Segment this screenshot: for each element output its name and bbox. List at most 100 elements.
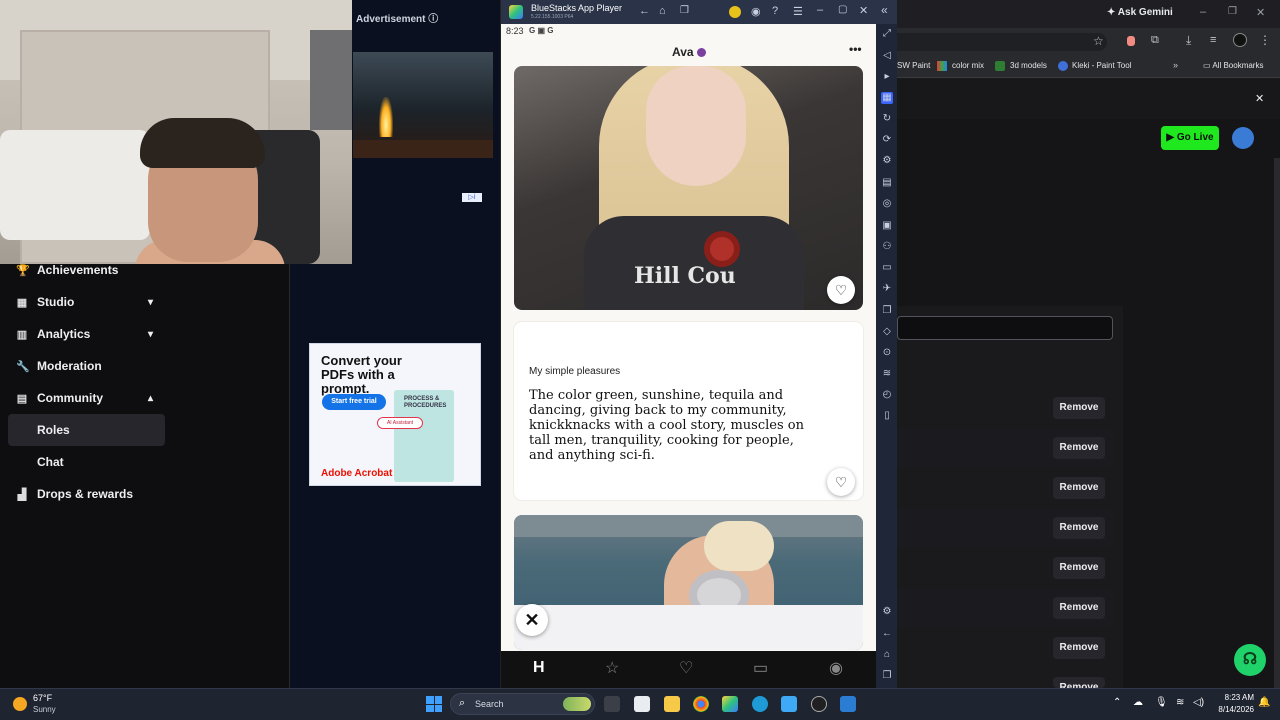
remove-button[interactable]: Remove [1053,437,1105,459]
weather-temp[interactable]: 67°F [33,693,52,703]
user-avatar[interactable] [1232,127,1254,149]
sidebar-item-studio[interactable]: ▦ Studio ▾ [0,286,165,318]
sidebar-item-community[interactable]: ▤ Community ▴ [0,382,165,414]
bookmark-kleki[interactable]: Kleki - Paint Tool [1072,61,1131,70]
help-icon[interactable]: ? [772,5,778,17]
maximize-icon[interactable]: ▢ [838,4,847,15]
like-prompt-button[interactable]: ♡ [827,468,855,496]
remove-button[interactable]: Remove [1053,557,1105,579]
folder-icon[interactable]: ▭ [881,262,893,274]
clock-time[interactable]: 8:23 AM [1212,693,1254,702]
more-bookmarks-icon[interactable]: » [1173,60,1178,70]
minimize-icon[interactable]: – [817,4,823,16]
menu-icon[interactable]: ☰ [793,5,803,18]
start-windows-icon[interactable] [426,696,442,712]
role-search-input[interactable] [897,316,1113,340]
ask-gemini-button[interactable]: ✦ Ask Gemini [1107,7,1173,18]
location-icon[interactable]: ⊙ [881,347,893,359]
task-view-icon[interactable] [604,696,620,712]
settings-icon[interactable]: ⚙ [881,606,893,618]
home-icon[interactable]: ⌂ [659,5,666,17]
sidebar-item-chat[interactable]: Chat [0,446,165,478]
obs-icon[interactable] [811,696,827,712]
minimize-icon[interactable]: – [1200,6,1206,18]
dismiss-banner-icon[interactable]: ✕ [1255,92,1264,105]
restore-icon[interactable]: ❐ [1228,6,1237,17]
volume-icon[interactable]: ◁) [1193,697,1204,708]
remove-button[interactable]: Remove [1053,517,1105,539]
bookmark-sw-paint[interactable]: SW Paint [897,61,930,70]
android-back-icon[interactable]: ← [881,628,893,640]
extensions-puzzle-icon[interactable]: ⧉ [1151,34,1159,47]
close-icon[interactable]: ✕ [1256,6,1265,19]
media-control-icon[interactable]: ≡ [1210,34,1216,46]
rotate-icon[interactable]: ↻ [881,113,893,125]
nav-likes[interactable]: ♡ [679,658,693,678]
kebab-menu-icon[interactable]: ⋮ [1259,33,1271,47]
more-options-icon[interactable]: ••• [849,42,862,56]
sidebar-item-roles[interactable]: Roles [8,414,165,446]
wifi-icon[interactable]: ≋ [1176,697,1184,708]
help-chat-icon[interactable]: ☊ [1234,644,1266,676]
bluestacks-taskbar-icon[interactable] [722,696,738,712]
tray-overflow-icon[interactable]: ⌃ [1113,697,1121,708]
nav-discover[interactable]: H [533,659,545,677]
fullscreen-icon[interactable]: ⤢ [881,28,893,40]
remove-button[interactable]: Remove [1053,677,1105,688]
record-icon[interactable]: ▣ [881,220,893,232]
remove-button[interactable]: Remove [1053,397,1105,419]
remove-button[interactable]: Remove [1053,637,1105,659]
copy-icon[interactable]: ❐ [881,305,893,317]
bookmark-color-mix[interactable]: color mix [952,61,984,70]
recents-icon[interactable]: ❐ [881,670,893,682]
like-photo-button[interactable]: ♡ [827,276,855,304]
campfire-video-ad[interactable] [353,52,493,158]
controls-icon[interactable]: ⚇ [881,241,893,253]
download-icon[interactable]: ⤓ [1186,33,1191,48]
sync-icon[interactable]: ⟳ [881,134,893,146]
bookmark-3d-models[interactable]: 3d models [1010,61,1047,70]
profile-photo-2[interactable] [514,515,863,650]
volume-icon[interactable]: ◁ [881,50,893,62]
all-bookmarks[interactable]: ▭ All Bookmarks [1203,61,1263,70]
macro-icon[interactable]: ⚙ [881,155,893,167]
go-live-button[interactable]: ▶ Go Live [1161,126,1219,150]
airplane-icon[interactable]: ✈ [881,283,893,295]
adobe-acrobat-ad[interactable]: Convert your PDFs with a prompt. Start f… [309,343,481,486]
paint-icon[interactable] [840,696,856,712]
onedrive-icon[interactable]: ☁ [1133,697,1143,708]
profile-photo-1[interactable]: Hill Cou [514,66,863,310]
nav-standouts[interactable]: ☆ [605,658,619,678]
edge-icon[interactable] [752,696,768,712]
nav-profile[interactable]: ◉ [829,658,843,678]
skip-button[interactable]: ✕ [516,604,548,636]
profile-avatar[interactable] [1233,33,1247,47]
back-icon[interactable]: ← [639,5,650,17]
nav-matches[interactable]: ▭ [753,658,768,678]
extension-icon[interactable] [1127,36,1135,46]
clock-date[interactable]: 8/14/2026 [1210,705,1254,714]
chrome-icon[interactable] [693,696,709,712]
notes-icon[interactable] [781,696,797,712]
bookmark-star-icon[interactable]: ☆ [1093,34,1104,48]
account-icon[interactable]: ◉ [751,5,761,18]
speed-icon[interactable]: ◴ [881,389,893,401]
start-free-trial-button[interactable]: Start free trial [322,394,386,410]
layers-icon[interactable]: ≋ [881,368,893,380]
sidebar-item-analytics[interactable]: ▥ Analytics ▾ [0,318,165,350]
coin-icon[interactable] [729,6,741,18]
remove-button[interactable]: Remove [1053,597,1105,619]
notifications-bell-icon[interactable]: 🔔 [1258,697,1270,708]
sidebar-item-moderation[interactable]: 🔧 Moderation [0,350,165,382]
file-explorer-icon[interactable] [664,696,680,712]
taskbar-search[interactable]: ⌕ Search [450,693,595,715]
sidebar-item-drops-rewards[interactable]: ▟ Drops & rewards [0,478,165,510]
microphone-icon[interactable]: 🎙 [1155,697,1168,708]
multi-instance-icon[interactable]: ❐ [680,5,689,16]
adchoices-icon[interactable]: ▷ⅰ [462,193,482,202]
android-home-icon[interactable]: ⌂ [881,649,893,661]
collapse-sidebar-icon[interactable]: « [881,3,888,17]
eco-icon[interactable]: ◇ [881,326,893,338]
notepad-icon[interactable] [634,696,650,712]
media-icon[interactable]: ▸ [881,71,893,83]
